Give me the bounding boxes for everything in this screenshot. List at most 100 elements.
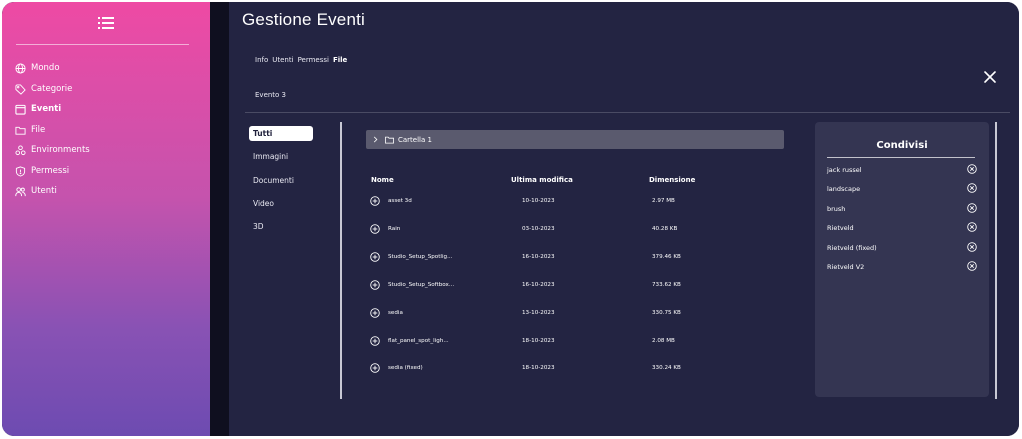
- shared-item: jack russel: [827, 164, 979, 176]
- tab-utenti[interactable]: Utenti: [272, 56, 293, 64]
- file-name: sedia (fixed): [388, 365, 423, 371]
- menu-icon[interactable]: [98, 16, 114, 30]
- add-circle-icon[interactable]: [370, 280, 380, 290]
- shared-item: Rietveld V2: [827, 261, 979, 273]
- file-name: flat_panel_spot_ligh...: [388, 338, 449, 344]
- shared-item-name: brush: [827, 205, 846, 213]
- add-circle-icon[interactable]: [370, 224, 380, 234]
- file-name: asset 3d: [388, 198, 412, 204]
- file-size: 2.08 MB: [652, 338, 675, 344]
- folder-row[interactable]: Cartella 1: [366, 130, 784, 149]
- file-modified: 10-10-2023: [522, 198, 555, 204]
- add-circle-icon[interactable]: [370, 336, 380, 346]
- sidebar-divider: [16, 44, 189, 45]
- tab-info[interactable]: Info: [255, 56, 268, 64]
- add-circle-icon[interactable]: [370, 252, 380, 262]
- shared-title: Condivisi: [876, 140, 928, 151]
- chevron-right-icon: [373, 136, 378, 143]
- sidebar-item-environments[interactable]: Environments: [15, 142, 90, 158]
- sidebar-item-mondo[interactable]: Mondo: [15, 60, 60, 76]
- column-header-modified: Ultima modifica: [511, 176, 573, 184]
- filter-tutti[interactable]: Tutti: [249, 126, 313, 141]
- shared-item: landscape: [827, 183, 979, 195]
- sidebar-item-label: Eventi: [31, 104, 62, 114]
- close-icon[interactable]: [983, 70, 997, 84]
- shared-panel: Condivisi jack russel landscape brush Ri…: [815, 122, 989, 397]
- remove-circle-icon[interactable]: [967, 222, 977, 232]
- main-content: Gestione Eventi Info Utenti Permessi Fil…: [229, 2, 1019, 436]
- sidebar-item-eventi[interactable]: Eventi: [15, 101, 61, 117]
- tab-permessi[interactable]: Permessi: [298, 56, 329, 64]
- header-divider: [245, 112, 1010, 113]
- remove-circle-icon[interactable]: [967, 242, 977, 252]
- sidebar-item-label: Categorie: [31, 84, 73, 94]
- remove-circle-icon[interactable]: [967, 261, 977, 271]
- sidebar-item-label: File: [31, 125, 46, 135]
- file-name: Studio_Setup_Softbox...: [388, 282, 455, 288]
- remove-circle-icon[interactable]: [967, 203, 977, 213]
- shared-item: brush: [827, 203, 979, 215]
- filter-immagini[interactable]: Immagini: [249, 149, 313, 164]
- tag-icon: [15, 83, 26, 95]
- shared-item-name: Rietveld (fixed): [827, 244, 877, 252]
- file-size: 330.24 KB: [652, 365, 681, 371]
- column-header-name: Nome: [371, 176, 394, 184]
- shared-item-name: jack russel: [827, 166, 862, 174]
- sidebar-item-label: Permessi: [31, 166, 70, 176]
- file-modified: 18-10-2023: [522, 365, 555, 371]
- folder-name: Cartella 1: [398, 135, 432, 144]
- filter-3d[interactable]: 3D: [249, 219, 313, 234]
- remove-circle-icon[interactable]: [967, 183, 977, 193]
- sidebar-item-label: Mondo: [31, 63, 60, 73]
- tab-file[interactable]: File: [333, 56, 347, 64]
- sidebar-item-categorie[interactable]: Categorie: [15, 81, 72, 97]
- event-name: Evento 3: [255, 91, 287, 99]
- filter-documenti[interactable]: Documenti: [249, 173, 313, 188]
- folder-icon: [385, 136, 394, 144]
- file-modified: 13-10-2023: [522, 310, 555, 316]
- file-name: Studio_Setup_Spotlig...: [388, 254, 453, 260]
- file-modified: 16-10-2023: [522, 282, 555, 288]
- filter-scrollbar[interactable]: [340, 122, 342, 399]
- file-row[interactable]: Rain 03-10-2023 40.28 KB: [370, 223, 770, 237]
- file-size: 379.46 KB: [652, 254, 681, 260]
- shared-item-name: landscape: [827, 185, 861, 193]
- file-row[interactable]: sedia (fixed) 18-10-2023 330.24 KB: [370, 362, 770, 376]
- file-modified: 16-10-2023: [522, 254, 555, 260]
- add-circle-icon[interactable]: [370, 363, 380, 373]
- sidebar-item-label: Environments: [31, 145, 90, 155]
- app-window: Mondo Categorie Eventi File Environments…: [2, 2, 1019, 436]
- page-title: Gestione Eventi: [242, 10, 366, 29]
- file-size: 2.97 MB: [652, 198, 675, 204]
- shared-item-name: Rietveld: [827, 224, 854, 232]
- file-size: 40.28 KB: [652, 226, 678, 232]
- shared-item: Rietveld: [827, 222, 979, 234]
- shared-item-name: Rietveld V2: [827, 263, 865, 271]
- file-row[interactable]: Studio_Setup_Softbox... 16-10-2023 733.6…: [370, 279, 770, 293]
- event-tabs: Info Utenti Permessi File: [255, 56, 347, 64]
- environments-icon: [15, 144, 26, 155]
- file-modified: 03-10-2023: [522, 226, 555, 232]
- file-name: Rain: [388, 226, 401, 232]
- file-row[interactable]: flat_panel_spot_ligh... 18-10-2023 2.08 …: [370, 335, 770, 349]
- shared-scrollbar[interactable]: [995, 122, 997, 399]
- filter-video[interactable]: Video: [249, 196, 313, 211]
- folder-icon: [15, 126, 26, 135]
- sidebar-item-utenti[interactable]: Utenti: [15, 183, 57, 199]
- file-size: 733.62 KB: [652, 282, 681, 288]
- file-row[interactable]: sedia 13-10-2023 330.75 KB: [370, 307, 770, 321]
- sidebar-item-permessi[interactable]: Permessi: [15, 163, 69, 179]
- shared-divider: [827, 157, 975, 158]
- globe-icon: [15, 62, 26, 74]
- sidebar-gutter: [210, 2, 229, 436]
- remove-circle-icon[interactable]: [967, 164, 977, 174]
- file-name: sedia: [388, 310, 403, 316]
- users-icon: [15, 186, 26, 196]
- shared-item: Rietveld (fixed): [827, 242, 979, 254]
- sidebar-item-file[interactable]: File: [15, 122, 45, 138]
- file-row[interactable]: asset 3d 10-10-2023 2.97 MB: [370, 195, 770, 209]
- add-circle-icon[interactable]: [370, 308, 380, 318]
- file-row[interactable]: Studio_Setup_Spotlig... 16-10-2023 379.4…: [370, 251, 770, 265]
- add-circle-icon[interactable]: [370, 196, 380, 206]
- file-size: 330.75 KB: [652, 310, 681, 316]
